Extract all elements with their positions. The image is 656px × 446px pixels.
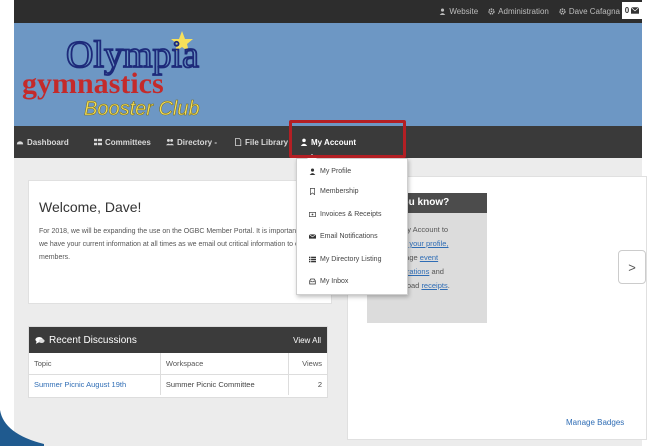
comments-icon [35,336,45,344]
nav-committees[interactable]: Committees [94,126,151,158]
messages-button[interactable]: 0 [622,2,642,19]
column-header-workspace[interactable]: Workspace [160,353,289,375]
nav-directory-label: Directory - [177,137,218,147]
user-menu-link[interactable]: Dave Cafagna [559,7,620,16]
my-account-highlight-box [289,120,406,158]
menu-item-my-profile[interactable]: My Profile [309,164,351,178]
menu-item-label: My Inbox [320,277,349,285]
menu-item-directory-listing[interactable]: My Directory Listing [309,252,381,266]
nav-dashboard[interactable]: Dashboard [16,126,69,158]
menu-item-membership[interactable]: Membership [309,184,359,198]
event-link[interactable]: event [420,253,438,262]
next-arrow-button[interactable]: > [618,250,646,284]
welcome-title: Welcome, Dave! [39,199,142,215]
gear-icon [488,8,495,15]
menu-item-my-inbox[interactable]: My Inbox [309,274,348,288]
manage-badges-link[interactable]: Manage Badges [566,418,624,427]
user-icon [309,168,316,175]
discussions-table: Topic Workspace Views Summer Picnic Augu… [29,353,327,395]
discussion-topic-link[interactable]: Summer Picnic August 19th [29,374,161,395]
column-header-views[interactable]: Views [288,353,327,375]
discussion-workspace: Summer Picnic Committee [160,374,289,395]
corner-decoration [0,410,44,446]
website-link[interactable]: Website [439,7,478,16]
nav-file-library-label: File Library [245,137,289,147]
discussions-title: Recent Discussions [49,334,137,346]
user-name: Dave Cafagna [568,7,620,16]
discussion-views: 2 [317,380,322,390]
update-profile-link[interactable]: te your profile, [401,239,449,248]
envelope-icon [631,7,640,14]
dashboard-icon [16,141,24,145]
inbox-icon [309,278,316,284]
table-header-row: Topic Workspace Views [29,353,327,375]
tip-line-3: and [429,267,444,276]
welcome-panel: Welcome, Dave! For 2018, we will be expa… [28,180,332,304]
booster-club-logo[interactable]: Olympia gymnastics Booster Club [22,27,232,123]
recent-discussions-panel: Recent Discussions View All Topic Worksp… [28,326,328,398]
administration-link[interactable]: Administration [488,7,549,16]
menu-item-label: My Profile [320,167,352,175]
my-account-dropdown: My Profile Membership Invoices & Receipt… [296,154,408,295]
menu-item-label: Email Notifications [320,232,378,240]
column-header-topic[interactable]: Topic [29,353,161,375]
receipt-icon [309,211,316,217]
administration-label: Administration [498,7,549,16]
menu-item-label: Membership [320,187,359,195]
welcome-text: For 2018, we will be expanding the use o… [39,228,312,261]
page-frame: Website Administration Dave Cafagna 0 Ol… [0,0,656,446]
view-all-link[interactable]: View All [293,336,321,345]
file-icon [235,138,242,146]
nav-dashboard-label: Dashboard [27,137,69,147]
message-count: 0 [624,6,630,15]
tip-line-4-end: . [447,281,450,290]
bookmark-icon [310,187,315,195]
nav-directory[interactable]: Directory - [166,126,217,158]
svg-text:gymnastics: gymnastics [22,67,164,100]
gear-icon [559,8,566,15]
table-row: Summer Picnic August 19th Summer Picnic … [29,374,327,395]
menu-item-label: My Directory Listing [320,255,382,263]
website-label: Website [449,7,479,16]
user-icon [440,8,446,15]
nav-committees-label: Committees [105,137,151,147]
top-utility-bar: Website Administration Dave Cafagna 0 [14,0,642,23]
receipts-link[interactable]: receipts [421,281,447,290]
envelope-icon [309,233,316,239]
site-banner: Olympia gymnastics Booster Club [14,23,642,126]
group-icon [166,138,174,146]
svg-text:Booster Club: Booster Club [84,98,200,120]
discussions-header: Recent Discussions View All [29,327,327,353]
menu-item-email-notifications[interactable]: Email Notifications [309,229,378,243]
list-icon [309,256,316,262]
nav-file-library[interactable]: File Library [234,126,288,158]
grid-icon [94,138,102,146]
menu-item-label: Invoices & Receipts [320,210,382,218]
menu-item-invoices-receipts[interactable]: Invoices & Receipts [309,207,381,221]
